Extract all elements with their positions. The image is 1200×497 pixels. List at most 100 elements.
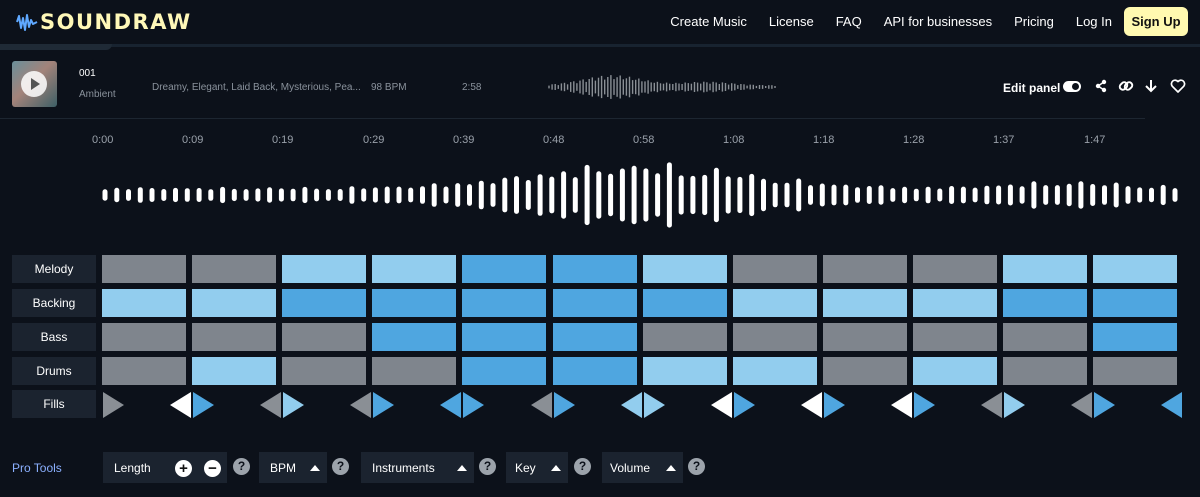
share-icon[interactable] — [1093, 78, 1109, 94]
grid-cell-backing[interactable] — [732, 289, 817, 317]
grid-cell-backing[interactable] — [102, 289, 186, 317]
fill-right-arrow-icon[interactable] — [1094, 392, 1116, 418]
volume-caret-icon[interactable] — [666, 465, 676, 471]
fill-right-arrow-icon[interactable] — [193, 392, 215, 418]
grid-cell-melody[interactable] — [282, 255, 367, 283]
grid-cell-bass[interactable] — [462, 323, 547, 351]
instruments-help-icon[interactable]: ? — [479, 458, 496, 475]
length-help-icon[interactable]: ? — [233, 458, 250, 475]
fill-right-arrow-icon[interactable] — [823, 392, 845, 418]
grid-cell-drums[interactable] — [372, 357, 457, 385]
grid-cell-melody[interactable] — [912, 255, 997, 283]
grid-cell-melody[interactable] — [1093, 255, 1178, 283]
pro-tools-label[interactable]: Pro Tools — [12, 461, 62, 475]
nav-faq[interactable]: FAQ — [836, 14, 862, 29]
grid-cell-melody[interactable] — [192, 255, 277, 283]
grid-cell-backing[interactable] — [822, 289, 907, 317]
grid-cell-bass[interactable] — [732, 323, 817, 351]
grid-cell-drums[interactable] — [732, 357, 817, 385]
nav-api-for-businesses[interactable]: API for businesses — [884, 14, 992, 29]
grid-cell-melody[interactable] — [462, 255, 547, 283]
fill-left-arrow-icon[interactable] — [440, 392, 462, 418]
key-control[interactable]: Key — [506, 452, 568, 483]
grid-cell-drums[interactable] — [1093, 357, 1178, 385]
volume-help-icon[interactable]: ? — [688, 458, 705, 475]
grid-cell-drums[interactable] — [552, 357, 637, 385]
bpm-caret-icon[interactable] — [310, 465, 320, 471]
nav-create-music[interactable]: Create Music — [670, 14, 747, 29]
fill-right-arrow-icon[interactable] — [913, 392, 935, 418]
fill-right-arrow-icon[interactable] — [553, 392, 575, 418]
grid-cell-melody[interactable] — [822, 255, 907, 283]
grid-cell-backing[interactable] — [1003, 289, 1087, 317]
grid-cell-backing[interactable] — [642, 289, 727, 317]
grid-cell-drums[interactable] — [282, 357, 367, 385]
grid-cell-melody[interactable] — [552, 255, 637, 283]
grid-cell-bass[interactable] — [642, 323, 727, 351]
bpm-help-icon[interactable]: ? — [332, 458, 349, 475]
grid-cell-bass[interactable] — [372, 323, 457, 351]
bpm-control[interactable]: BPM — [259, 452, 327, 483]
grid-cell-drums[interactable] — [462, 357, 547, 385]
fill-right-arrow-icon[interactable] — [1004, 392, 1025, 418]
download-icon[interactable] — [1143, 78, 1159, 94]
grid-cell-backing[interactable] — [462, 289, 547, 317]
fill-right-arrow-icon[interactable] — [733, 392, 755, 418]
grid-cell-bass[interactable] — [1003, 323, 1087, 351]
volume-control[interactable]: Volume — [602, 452, 683, 483]
fill-left-arrow-icon[interactable] — [981, 392, 1002, 418]
grid-cell-backing[interactable] — [282, 289, 367, 317]
fill-left-arrow-icon[interactable] — [260, 392, 282, 418]
instruments-control[interactable]: Instruments — [361, 452, 474, 483]
fill-left-arrow-icon[interactable] — [1071, 392, 1093, 418]
key-help-icon[interactable]: ? — [574, 458, 591, 475]
grid-cell-drums[interactable] — [192, 357, 277, 385]
play-icon[interactable] — [21, 71, 47, 97]
instruments-caret-icon[interactable] — [457, 465, 467, 471]
grid-cell-backing[interactable] — [552, 289, 637, 317]
grid-cell-bass[interactable] — [912, 323, 997, 351]
key-caret-icon[interactable] — [551, 465, 561, 471]
heart-icon[interactable] — [1170, 78, 1186, 94]
fill-left-arrow-icon[interactable] — [1161, 392, 1183, 418]
grid-cell-backing[interactable] — [372, 289, 457, 317]
grid-cell-drums[interactable] — [822, 357, 907, 385]
brand-logo[interactable]: SOUNDRAW — [16, 10, 192, 34]
main-waveform[interactable] — [100, 162, 1180, 228]
grid-cell-backing[interactable] — [912, 289, 997, 317]
grid-cell-bass[interactable] — [1093, 323, 1178, 351]
fill-left-arrow-icon[interactable] — [800, 392, 822, 418]
edit-panel-toggle[interactable] — [1063, 81, 1081, 92]
fill-right-arrow-icon[interactable] — [283, 392, 305, 418]
length-decrease-button[interactable]: − — [204, 460, 221, 477]
link-icon[interactable] — [1118, 78, 1134, 94]
fill-right-arrow-icon[interactable] — [463, 392, 485, 418]
sign-up-button[interactable]: Sign Up — [1124, 7, 1188, 36]
grid-cell-bass[interactable] — [192, 323, 277, 351]
nav-log-in[interactable]: Log In — [1076, 14, 1112, 29]
fill-left-arrow-icon[interactable] — [530, 392, 552, 418]
length-increase-button[interactable]: + — [175, 460, 192, 477]
nav-license[interactable]: License — [769, 14, 814, 29]
track-thumbnail[interactable] — [12, 61, 57, 107]
grid-cell-melody[interactable] — [372, 255, 457, 283]
nav-pricing[interactable]: Pricing — [1014, 14, 1054, 29]
grid-cell-bass[interactable] — [102, 323, 186, 351]
grid-cell-bass[interactable] — [552, 323, 637, 351]
fill-right-arrow-icon[interactable] — [373, 392, 395, 418]
grid-cell-melody[interactable] — [732, 255, 817, 283]
grid-cell-backing[interactable] — [192, 289, 277, 317]
grid-cell-bass[interactable] — [822, 323, 907, 351]
grid-cell-backing[interactable] — [1093, 289, 1178, 317]
mini-waveform[interactable] — [547, 74, 777, 100]
fill-right-arrow-icon[interactable] — [103, 392, 124, 418]
fill-left-arrow-icon[interactable] — [890, 392, 912, 418]
fill-left-arrow-icon[interactable] — [350, 392, 372, 418]
grid-cell-melody[interactable] — [1003, 255, 1087, 283]
grid-cell-drums[interactable] — [912, 357, 997, 385]
fill-right-arrow-icon[interactable] — [643, 392, 665, 418]
fill-left-arrow-icon[interactable] — [620, 392, 642, 418]
grid-cell-bass[interactable] — [282, 323, 367, 351]
grid-cell-drums[interactable] — [642, 357, 727, 385]
fill-left-arrow-icon[interactable] — [710, 392, 732, 418]
